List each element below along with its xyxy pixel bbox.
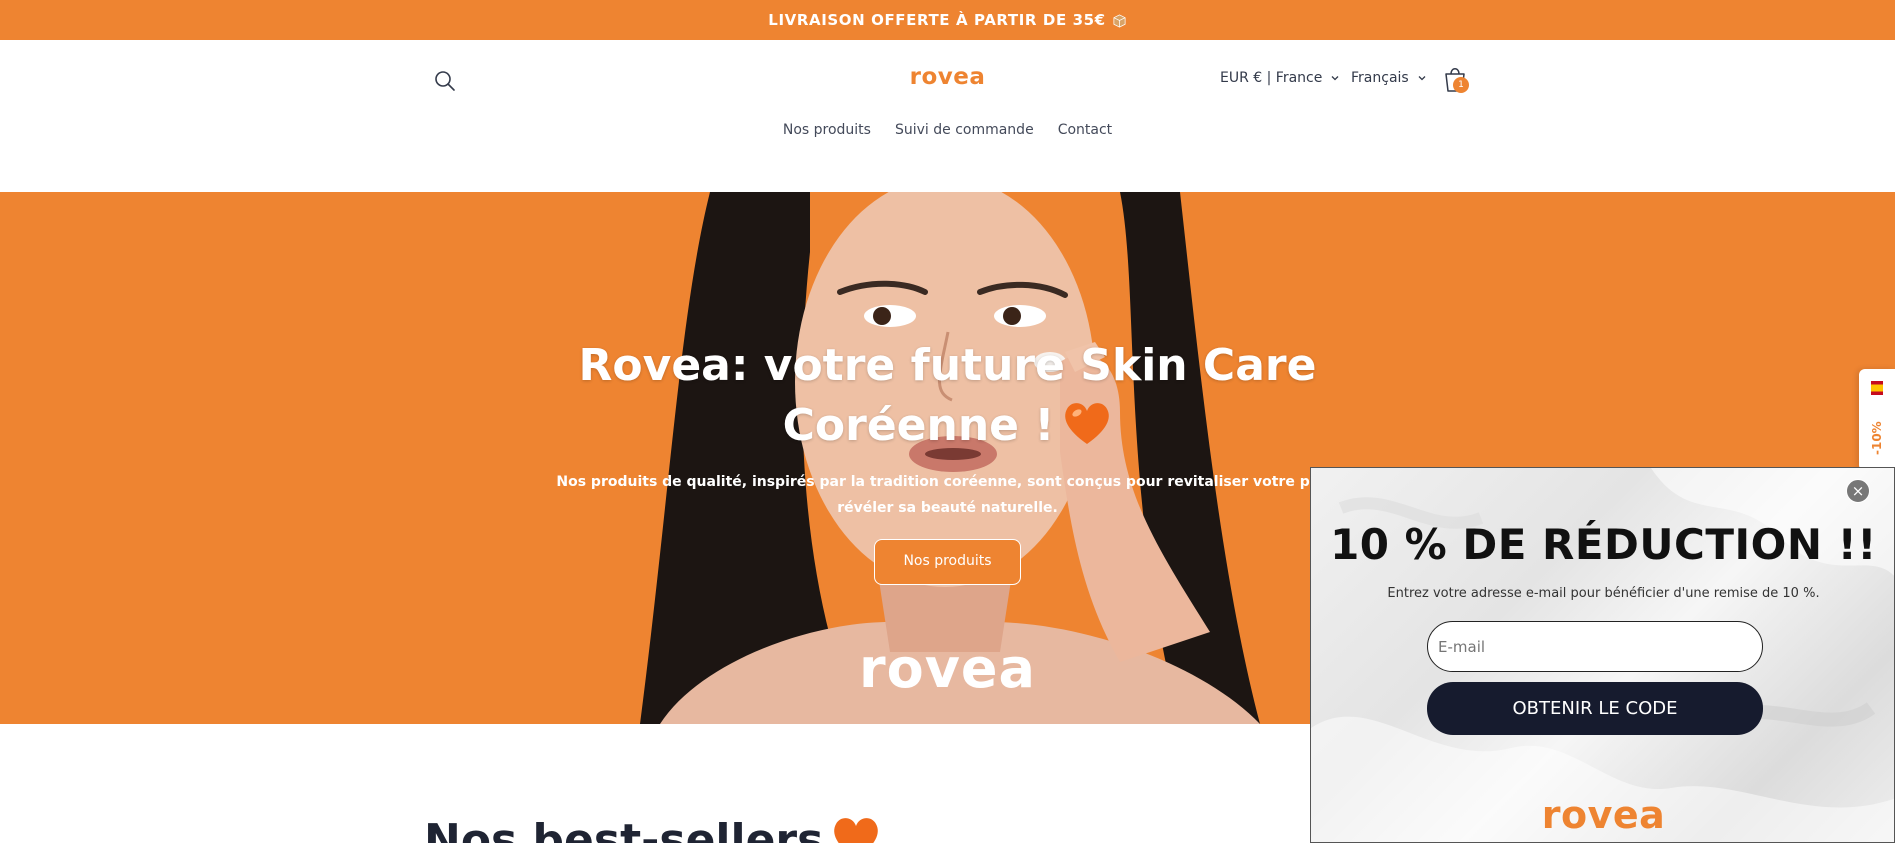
cart-count-badge: 1 <box>1453 77 1469 93</box>
nav-item-order-tracking[interactable]: Suivi de commande <box>895 122 1034 138</box>
nav-item-contact[interactable]: Contact <box>1058 122 1112 138</box>
announcement-bar: LIVRAISON OFFERTE À PARTIR DE 35€ <box>0 0 1895 40</box>
best-sellers-title: Nos best-sellers <box>424 815 824 843</box>
side-tab-label: -10% <box>1870 421 1884 455</box>
best-sellers-heading: Nos best-sellers <box>424 815 881 843</box>
orange-heart-icon <box>834 818 879 843</box>
get-code-button[interactable]: OBTENIR LE CODE <box>1427 682 1763 735</box>
hero-title-text: Rovea: votre future Skin Care Coréenne ! <box>578 340 1317 451</box>
currency-label: EUR € | France <box>1220 70 1323 86</box>
nav-item-products[interactable]: Nos produits <box>783 122 871 138</box>
email-field[interactable] <box>1427 621 1763 672</box>
hero-subtitle: Nos produits de qualité, inspirés par la… <box>545 469 1350 521</box>
site-logo[interactable]: rovea <box>880 64 1015 90</box>
search-icon[interactable] <box>432 68 458 94</box>
hero-watermark-logo: rovea <box>859 637 1036 700</box>
language-selector[interactable]: Français <box>1351 70 1427 86</box>
popup-logo: rovea <box>1541 793 1666 837</box>
chevron-down-icon <box>1331 76 1339 81</box>
orange-heart-icon <box>1065 403 1110 444</box>
popup-title: 10 % DE RÉDUCTION !! <box>1330 520 1877 569</box>
currency-selector[interactable]: EUR € | France <box>1220 70 1340 86</box>
site-header: rovea EUR € | France Français Nos produi… <box>0 40 1895 192</box>
language-label: Français <box>1351 70 1409 86</box>
hero-subtitle-line2: révéler sa beauté naturelle. <box>837 500 1058 516</box>
chevron-down-icon <box>1418 76 1426 81</box>
popup-close-button[interactable]: × <box>1846 479 1870 503</box>
announcement-text: LIVRAISON OFFERTE À PARTIR DE 35€ <box>768 11 1106 29</box>
hero-title: Rovea: votre future Skin Care Coréenne ! <box>545 336 1350 456</box>
discount-popup: × 10 % DE RÉDUCTION !! Entrez votre adre… <box>1310 467 1895 843</box>
discount-side-tab[interactable]: -10% <box>1859 369 1895 471</box>
popup-subtitle: Entrez votre adresse e-mail pour bénéfic… <box>1387 586 1820 601</box>
main-nav: Nos produits Suivi de commande Contact <box>0 122 1895 138</box>
package-icon <box>1113 13 1126 27</box>
hero-subtitle-line1: Nos produits de qualité, inspirés par la… <box>556 474 1339 490</box>
spain-flag-icon <box>1871 381 1883 395</box>
hero-cta-button[interactable]: Nos produits <box>874 539 1021 585</box>
